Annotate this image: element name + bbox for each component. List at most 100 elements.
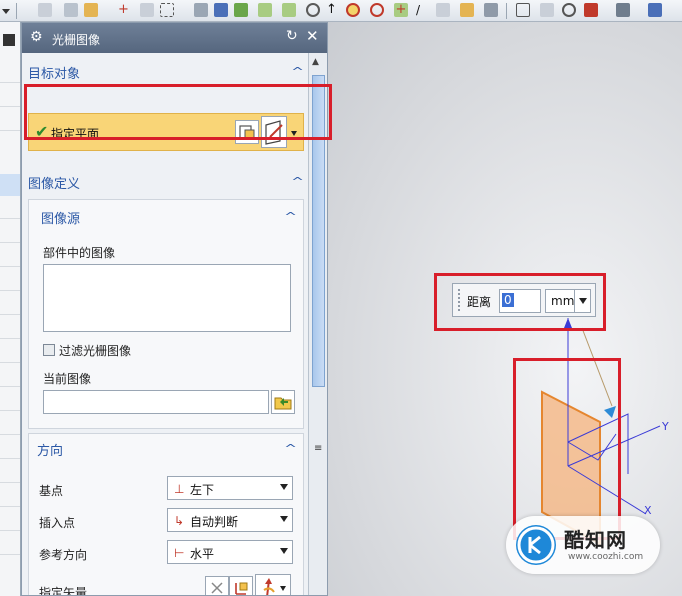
vector-dialog-icon xyxy=(235,582,248,595)
arrow-up-icon[interactable]: ↑ xyxy=(326,2,340,17)
chevron-up-icon[interactable]: ^ xyxy=(284,210,297,223)
x-axis-label: X xyxy=(644,504,652,517)
base-point-select[interactable]: ⊥ 左下 xyxy=(167,476,293,500)
part-navigator-strip xyxy=(0,22,21,596)
navigator-row[interactable] xyxy=(0,434,20,435)
navigator-row[interactable] xyxy=(0,218,20,219)
image-source-group: 图像源 ^ 部件中的图像 过滤光栅图像 当前图像 xyxy=(28,199,304,429)
orientation-group: 方向 ^ 基点 ⊥ 左下 插入点 ↳ 自动判断 参考方向 ⊢ 水平 指定矢量 xyxy=(28,433,304,596)
navigator-row[interactable] xyxy=(0,410,20,411)
chevron-down-icon xyxy=(280,484,288,490)
coozhi-logo-icon xyxy=(516,525,556,565)
close-icon[interactable]: ✕ xyxy=(306,27,319,45)
scroll-up-icon[interactable]: ▲ xyxy=(312,57,319,67)
reference-direction-select[interactable]: ⊢ 水平 xyxy=(167,540,293,564)
chevron-up-icon[interactable]: ^ xyxy=(291,175,304,188)
dropdown-arrow-icon[interactable] xyxy=(2,9,10,14)
reference-direction-value: 水平 xyxy=(190,547,215,561)
view-orient-icon[interactable] xyxy=(616,3,630,17)
splitter-grip-icon[interactable]: ≡ xyxy=(314,443,322,454)
folder-open-icon xyxy=(274,397,292,410)
vector-method-button[interactable] xyxy=(255,574,291,595)
navigator-row[interactable] xyxy=(0,458,20,459)
navigator-tab-icon[interactable] xyxy=(3,34,15,46)
reverse-direction-icon xyxy=(211,582,223,594)
shaded-cube-icon[interactable] xyxy=(648,3,662,17)
point-infer-icon: ↳ xyxy=(174,514,185,528)
navigator-row[interactable] xyxy=(0,242,20,243)
chevron-up-icon[interactable]: ^ xyxy=(284,442,297,455)
pick-icon[interactable] xyxy=(84,3,98,17)
grid-snap-icon[interactable] xyxy=(234,3,248,17)
arc-icon[interactable] xyxy=(306,3,320,17)
watermark-brand: 酷知网 xyxy=(564,528,627,552)
gear-icon[interactable]: ⚙ xyxy=(30,29,43,45)
navigator-row[interactable] xyxy=(0,130,20,131)
solid-body-icon[interactable] xyxy=(194,3,208,17)
chevron-down-icon xyxy=(280,586,286,591)
insert-point-select[interactable]: ↳ 自动判断 xyxy=(167,508,293,532)
render-style-icon[interactable] xyxy=(584,3,598,17)
zoom-icon[interactable] xyxy=(540,3,554,17)
snap-icon[interactable] xyxy=(38,3,52,17)
select-filter-icon[interactable] xyxy=(64,3,78,17)
trim-icon[interactable] xyxy=(460,3,474,17)
chevron-up-icon[interactable]: ^ xyxy=(291,65,304,78)
rotate-icon[interactable] xyxy=(562,3,576,17)
toolbar-separator xyxy=(16,3,17,19)
images-in-part-label: 部件中的图像 xyxy=(43,246,116,260)
section-image-def-title: 图像定义 xyxy=(28,177,81,192)
navigator-row[interactable] xyxy=(0,362,20,363)
navigator-row[interactable] xyxy=(0,530,20,531)
orientation-title: 方向 xyxy=(37,444,64,459)
navigator-row[interactable] xyxy=(0,386,20,387)
browse-image-button[interactable] xyxy=(271,390,295,414)
horizontal-axis-icon: ⊢ xyxy=(174,546,185,560)
reset-icon[interactable]: ↻ xyxy=(286,28,298,44)
navigator-row[interactable] xyxy=(0,290,20,291)
cross-icon[interactable]: + xyxy=(394,3,408,17)
images-in-part-list[interactable] xyxy=(43,264,291,332)
chevron-down-icon xyxy=(280,548,288,554)
intersect-icon[interactable] xyxy=(436,3,450,17)
chevron-down-icon xyxy=(280,516,288,522)
navigator-row[interactable] xyxy=(0,554,20,555)
highlight-frame-plane xyxy=(513,358,621,540)
navigator-row[interactable] xyxy=(0,482,20,483)
filter-raster-label: 过滤光栅图像 xyxy=(59,344,132,358)
fit-view-icon[interactable] xyxy=(516,3,530,17)
navigator-row[interactable] xyxy=(0,314,20,315)
image-source-header[interactable]: 图像源 ^ xyxy=(41,208,301,230)
navigator-row[interactable] xyxy=(0,338,20,339)
slash-icon[interactable]: / xyxy=(416,3,430,17)
navigator-row-selected[interactable] xyxy=(0,174,20,196)
navigator-row[interactable] xyxy=(0,506,20,507)
box-select-icon[interactable] xyxy=(160,3,174,17)
orientation-header[interactable]: 方向 ^ xyxy=(37,440,301,462)
section-target-title: 目标对象 xyxy=(28,67,81,82)
section-target-header[interactable]: 目标对象 ^ xyxy=(28,63,308,85)
image-source-title: 图像源 xyxy=(41,212,81,227)
move-icon[interactable] xyxy=(140,3,154,17)
base-point-value: 左下 xyxy=(190,483,215,497)
current-image-label: 当前图像 xyxy=(43,372,92,386)
circle-point-icon[interactable] xyxy=(370,3,384,17)
page-icon[interactable] xyxy=(484,3,498,17)
dialog-titlebar[interactable]: ⚙ 光栅图像 ↻ ✕ xyxy=(22,23,327,53)
navigator-row[interactable] xyxy=(0,106,20,107)
cube-icon[interactable] xyxy=(214,3,228,17)
corner-anchor-icon: ⊥ xyxy=(174,482,185,496)
section-image-def-header[interactable]: 图像定义 ^ xyxy=(28,173,308,195)
curve-icon[interactable] xyxy=(282,3,296,17)
vector-dialog-button[interactable] xyxy=(229,576,253,595)
point-icon[interactable]: + xyxy=(118,2,132,17)
filter-raster-checkbox[interactable] xyxy=(43,344,55,356)
line-icon[interactable] xyxy=(258,3,272,17)
target-icon[interactable] xyxy=(346,3,360,17)
current-image-field[interactable] xyxy=(43,390,269,414)
specify-vector-label: 指定矢量 xyxy=(39,586,88,596)
reverse-direction-button[interactable] xyxy=(205,576,229,595)
main-toolbar: + ↑ + / xyxy=(0,0,682,22)
navigator-row[interactable] xyxy=(0,82,20,83)
navigator-row[interactable] xyxy=(0,266,20,267)
